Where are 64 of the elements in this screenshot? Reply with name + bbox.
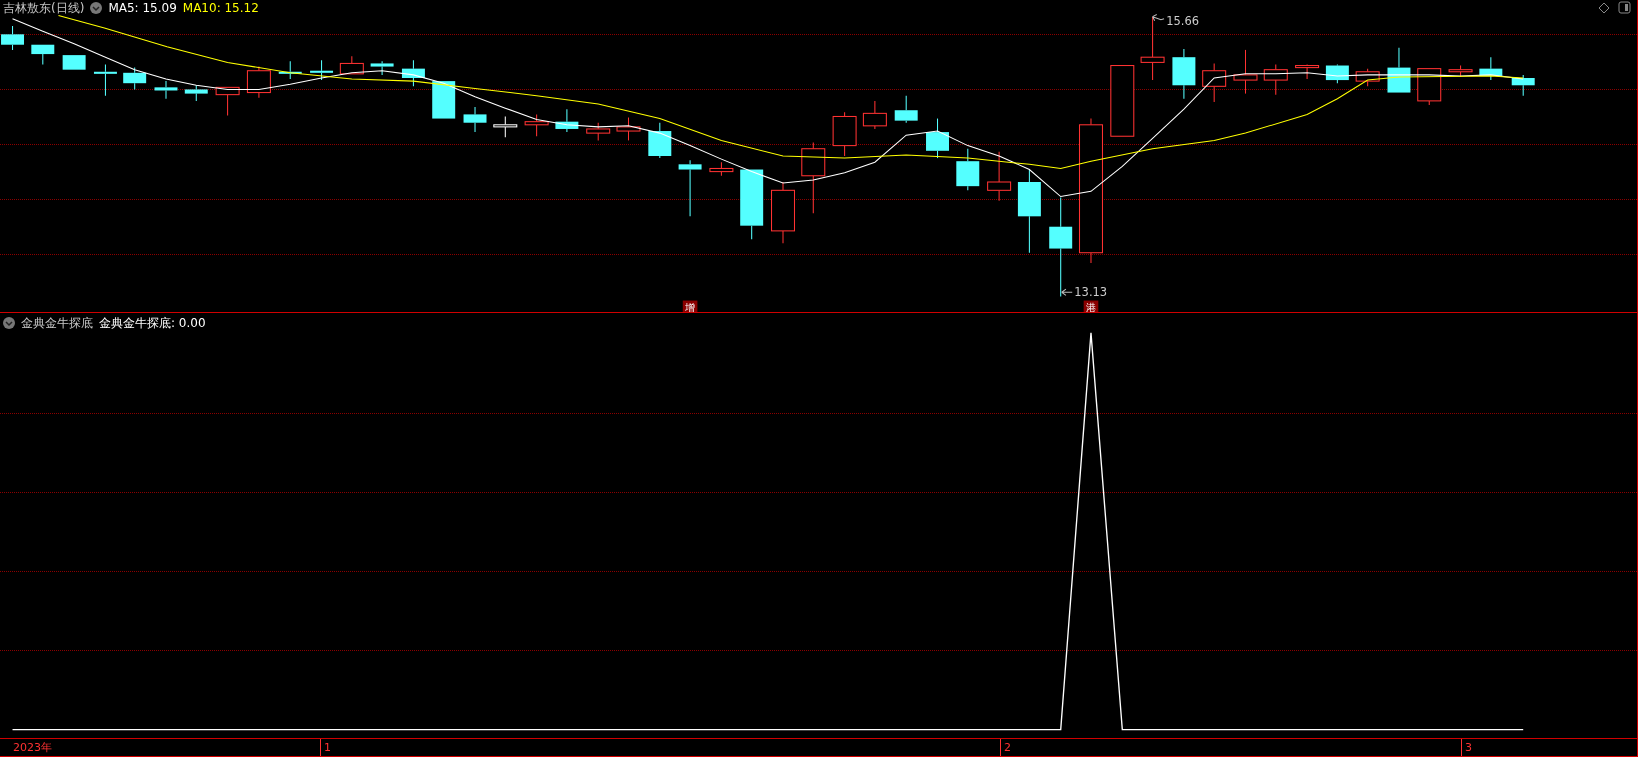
candlestick — [1387, 47, 1411, 94]
candlestick — [616, 117, 641, 141]
candlestick — [184, 84, 208, 102]
candlestick — [154, 80, 178, 100]
candlestick — [1110, 65, 1135, 137]
candlestick — [1140, 16, 1165, 81]
candlestick — [31, 44, 55, 65]
candlestick — [62, 54, 86, 71]
candlestick — [1295, 63, 1320, 80]
candlestick — [648, 122, 672, 159]
time-axis-label: 2 — [1000, 739, 1011, 756]
candlestick — [1202, 62, 1227, 103]
leader-line — [1061, 288, 1073, 296]
candlestick — [1448, 65, 1473, 78]
event-marker: 增 — [682, 300, 698, 312]
diamond-icon[interactable] — [1598, 1, 1610, 14]
candlestick — [1, 25, 24, 51]
candlestick — [278, 60, 302, 80]
high-price-label: 15.66 — [1166, 14, 1199, 28]
candlestick — [215, 86, 240, 116]
candlestick — [832, 111, 857, 157]
candlestick — [339, 55, 364, 75]
moving-average-value: MA5: 15.09 — [108, 0, 177, 16]
candlestick — [771, 181, 795, 244]
candlestick — [555, 108, 579, 133]
candlestick — [463, 106, 487, 133]
candlestick — [1325, 63, 1349, 84]
candlestick — [1355, 68, 1380, 87]
candlestick — [524, 113, 549, 137]
candlestick — [432, 80, 456, 120]
candlestick — [862, 100, 887, 130]
moving-average-value: MA10: 15.12 — [182, 0, 259, 16]
low-price-label: 13.13 — [1074, 285, 1108, 300]
candlestick — [93, 63, 117, 97]
candlestick — [894, 95, 918, 124]
candlestick — [246, 66, 271, 99]
candlestick — [586, 122, 611, 141]
candlestick — [370, 60, 394, 76]
panel-toggle-icon[interactable] — [1618, 1, 1631, 14]
indicator-value: 金典金牛探底: 0.00 — [99, 315, 206, 331]
candlestick — [740, 169, 764, 240]
candlestick — [1172, 48, 1196, 100]
candlestick — [310, 59, 334, 81]
candlestick — [956, 148, 980, 191]
candlestick — [1511, 74, 1535, 97]
candlestick — [1233, 49, 1258, 95]
dropdown-icon[interactable] — [3, 317, 15, 329]
chart-title: 吉林敖东(日线) — [2, 0, 85, 16]
time-axis-label: 2023年 — [12, 740, 52, 756]
candlestick — [987, 151, 1012, 202]
candlestick — [926, 118, 949, 159]
candlestick — [709, 161, 734, 177]
candlestick — [493, 115, 518, 138]
indicator-name: 金典金牛探底 — [21, 315, 93, 331]
candlestick — [123, 67, 147, 90]
candlestick — [1479, 56, 1503, 81]
event-marker: 港 — [1083, 300, 1099, 312]
dropdown-icon[interactable] — [90, 2, 103, 14]
time-axis-label: 1 — [320, 739, 331, 756]
time-axis-label: 3 — [1461, 739, 1472, 756]
candlestick — [1263, 63, 1288, 96]
candlestick — [678, 159, 702, 217]
candlestick — [401, 59, 425, 87]
leader-line — [1152, 14, 1165, 22]
